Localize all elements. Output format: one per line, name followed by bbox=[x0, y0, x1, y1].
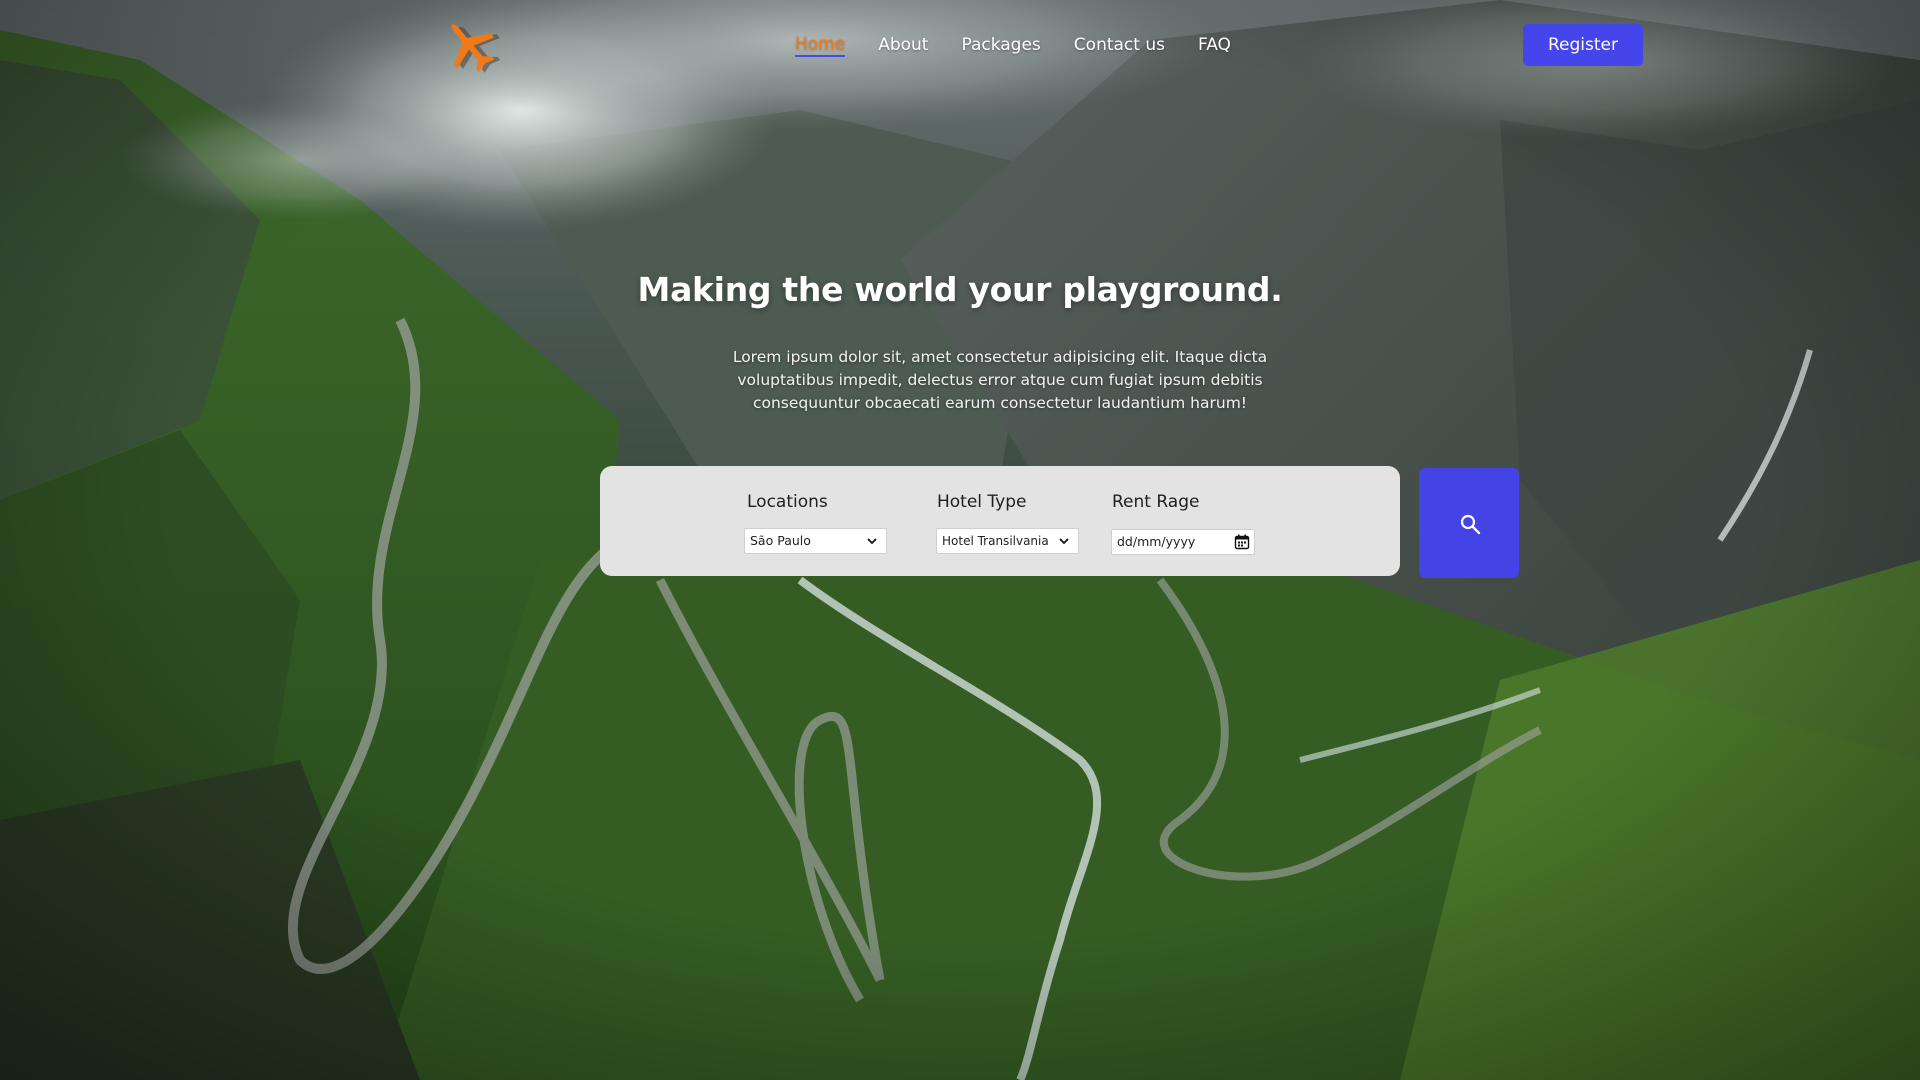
hotel-type-value: Hotel Transilvania bbox=[942, 534, 1049, 548]
chevron-down-icon bbox=[867, 538, 877, 545]
search-icon bbox=[1460, 514, 1481, 535]
nav-link-contact[interactable]: Contact us bbox=[1074, 35, 1165, 55]
nav-link-packages[interactable]: Packages bbox=[961, 35, 1040, 55]
search-panel: Locations São Paulo Hotel Type Hotel Tra… bbox=[600, 466, 1400, 576]
page: Home About Packages Contact us FAQ Regis… bbox=[0, 0, 1920, 1080]
top-navigation-bar: Home About Packages Contact us FAQ Regis… bbox=[0, 0, 1920, 90]
rent-range-label: Rent Rage bbox=[1112, 492, 1200, 512]
location-value: São Paulo bbox=[750, 533, 811, 548]
hero-title: Making the world your playground. bbox=[637, 270, 1283, 309]
rent-range-date-input[interactable]: dd/mm/yyyy bbox=[1111, 529, 1255, 555]
chevron-down-icon bbox=[1059, 538, 1069, 545]
hotel-type-field: Hotel Type bbox=[937, 490, 1026, 514]
main-nav: Home About Packages Contact us FAQ bbox=[795, 30, 1264, 60]
calendar-icon[interactable] bbox=[1234, 534, 1250, 550]
location-select[interactable]: São Paulo bbox=[744, 528, 887, 554]
nav-link-about[interactable]: About bbox=[878, 35, 928, 55]
hotel-type-label: Hotel Type bbox=[937, 492, 1027, 512]
date-placeholder: dd/mm/yyyy bbox=[1117, 534, 1196, 549]
location-field: Locations bbox=[747, 490, 828, 514]
location-label: Locations bbox=[747, 492, 828, 512]
airplane-icon[interactable] bbox=[438, 14, 502, 78]
hotel-type-select[interactable]: Hotel Transilvania bbox=[936, 528, 1079, 554]
register-button[interactable]: Register bbox=[1523, 24, 1643, 66]
rent-range-field: Rent Rage bbox=[1112, 490, 1199, 514]
search-button[interactable] bbox=[1419, 468, 1519, 578]
nav-link-home[interactable]: Home bbox=[795, 34, 846, 57]
nav-link-faq[interactable]: FAQ bbox=[1198, 35, 1231, 55]
hero-description: Lorem ipsum dolor sit, amet consectetur … bbox=[732, 348, 1268, 412]
